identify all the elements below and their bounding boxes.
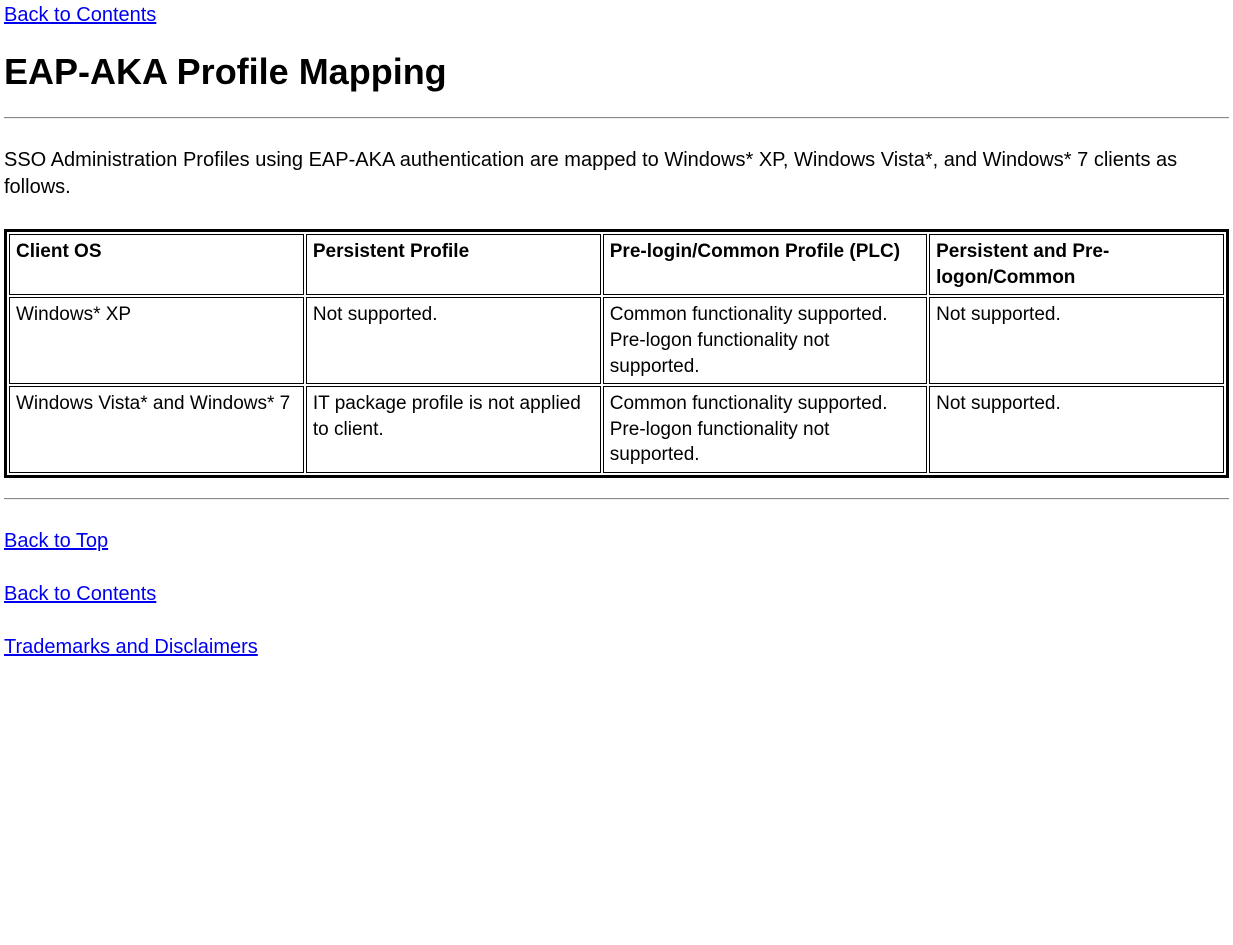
header-persistent-profile: Persistent Profile [306,234,601,295]
cell-text: Pre-logon functionality not supported. [610,419,830,466]
cell-prelogin-common: Common functionality supported. Pre-logo… [603,386,927,473]
cell-client-os: Windows Vista* and Windows* 7 [9,386,304,473]
table-header-row: Client OS Persistent Profile Pre-login/C… [9,234,1224,295]
trademarks-link[interactable]: Trademarks and Disclaimers [4,636,258,659]
cell-prelogin-common: Common functionality supported. Pre-logo… [603,297,927,384]
cell-persistent-prelogon: Not supported. [929,297,1224,384]
table-row: Windows* XP Not supported. Common functi… [9,297,1224,384]
cell-persistent-profile: Not supported. [306,297,601,384]
page-title: EAP-AKA Profile Mapping [4,51,1229,93]
table-row: Windows Vista* and Windows* 7 IT package… [9,386,1224,473]
cell-persistent-prelogon: Not supported. [929,386,1224,473]
header-prelogin-common: Pre-login/Common Profile (PLC) [603,234,927,295]
back-to-top-link[interactable]: Back to Top [4,530,108,553]
profile-mapping-table: Client OS Persistent Profile Pre-login/C… [4,229,1229,478]
back-to-contents-link-bottom[interactable]: Back to Contents [4,583,156,606]
header-client-os: Client OS [9,234,304,295]
cell-text: Common functionality supported. [610,304,888,325]
cell-text: Common functionality supported. [610,393,888,414]
divider-bottom [4,498,1229,500]
intro-paragraph: SSO Administration Profiles using EAP-AK… [4,147,1229,201]
cell-client-os: Windows* XP [9,297,304,384]
header-persistent-prelogon: Persistent and Pre-logon/Common [929,234,1224,295]
divider-top [4,117,1229,119]
back-to-contents-link-top[interactable]: Back to Contents [4,4,1229,27]
cell-persistent-profile: IT package profile is not applied to cli… [306,386,601,473]
cell-text: Pre-logon functionality not supported. [610,330,830,377]
